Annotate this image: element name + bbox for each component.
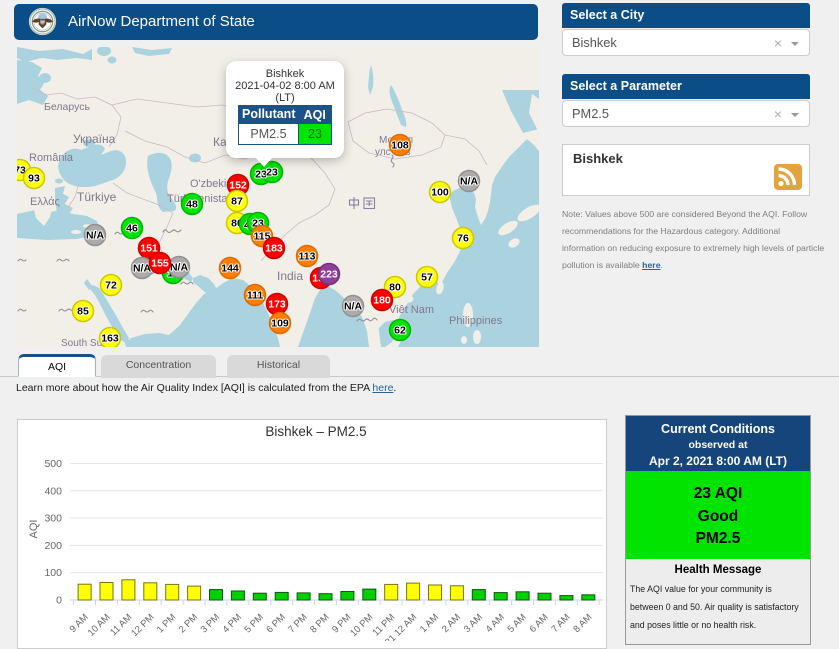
svg-text:108: 108 [391, 140, 409, 152]
svg-text:N/A: N/A [460, 176, 479, 188]
svg-text:10 AM: 10 AM [86, 612, 113, 639]
svg-text:109: 109 [271, 318, 289, 330]
svg-text:4 AM: 4 AM [484, 612, 507, 635]
svg-text:100: 100 [44, 567, 62, 579]
svg-text:0: 0 [56, 595, 62, 607]
svg-text:163: 163 [101, 333, 119, 345]
svg-text:1 AM: 1 AM [418, 612, 441, 635]
svg-text:N/A: N/A [170, 262, 189, 274]
svg-text:80: 80 [389, 282, 401, 294]
svg-text:48: 48 [186, 199, 198, 211]
svg-text:100: 100 [431, 187, 449, 199]
svg-text:500: 500 [44, 458, 62, 470]
svg-text:Türkiye: Türkiye [77, 190, 117, 204]
svg-text:87: 87 [231, 196, 243, 208]
svg-text:11 AM: 11 AM [108, 612, 134, 638]
svg-text:173: 173 [268, 299, 286, 311]
svg-text:Україна: Україна [73, 132, 116, 146]
svg-text:8 AM: 8 AM [571, 612, 594, 635]
svg-text:85: 85 [77, 306, 89, 318]
svg-text:300: 300 [44, 513, 62, 525]
svg-text:113: 113 [299, 251, 316, 263]
svg-text:India: India [277, 269, 303, 283]
svg-text:Viêt Nam: Viêt Nam [389, 304, 434, 316]
svg-text:7 AM: 7 AM [549, 612, 572, 635]
svg-text:Bishkek – PM2.5: Bishkek – PM2.5 [265, 424, 366, 439]
svg-text:N/A: N/A [133, 263, 152, 275]
svg-text:Беларусь: Беларусь [44, 101, 90, 113]
svg-text:200: 200 [44, 540, 62, 552]
svg-text:155: 155 [151, 258, 169, 270]
svg-text:5 PM: 5 PM [242, 612, 266, 636]
svg-text:Ελλάς: Ελλάς [30, 196, 60, 208]
svg-text:76: 76 [457, 233, 469, 245]
svg-text:6 AM: 6 AM [528, 612, 551, 635]
svg-text:180: 180 [373, 295, 391, 307]
svg-text:57: 57 [421, 272, 433, 284]
svg-text:7 PM: 7 PM [286, 612, 310, 636]
svg-text:46: 46 [126, 223, 138, 235]
svg-text:10 PM: 10 PM [348, 612, 375, 639]
svg-text:N/A: N/A [344, 301, 363, 313]
svg-text:România: România [29, 152, 74, 164]
svg-text:6 PM: 6 PM [264, 612, 288, 636]
svg-text:AQI: AQI [28, 520, 40, 539]
svg-text:62: 62 [394, 325, 406, 337]
svg-text:183: 183 [265, 243, 283, 255]
svg-text:223: 223 [320, 269, 338, 281]
svg-text:93: 93 [28, 173, 40, 185]
svg-text:72: 72 [105, 280, 117, 292]
svg-text:111: 111 [247, 290, 264, 302]
svg-text:5 AM: 5 AM [506, 612, 529, 635]
svg-text:1 PM: 1 PM [155, 612, 179, 636]
svg-text:2 PM: 2 PM [177, 612, 201, 636]
svg-text:23: 23 [266, 167, 278, 179]
svg-text:2 AM: 2 AM [440, 612, 463, 635]
svg-text:8 PM: 8 PM [308, 612, 332, 636]
svg-text:144: 144 [221, 263, 239, 275]
svg-text:3 AM: 3 AM [462, 612, 485, 635]
svg-text:12 PM: 12 PM [129, 612, 156, 639]
svg-text:Philippines: Philippines [449, 315, 503, 327]
svg-text:400: 400 [44, 485, 62, 497]
svg-text:N/A: N/A [86, 230, 105, 242]
svg-text:4 PM: 4 PM [221, 612, 245, 636]
svg-text:3 PM: 3 PM [199, 612, 223, 636]
